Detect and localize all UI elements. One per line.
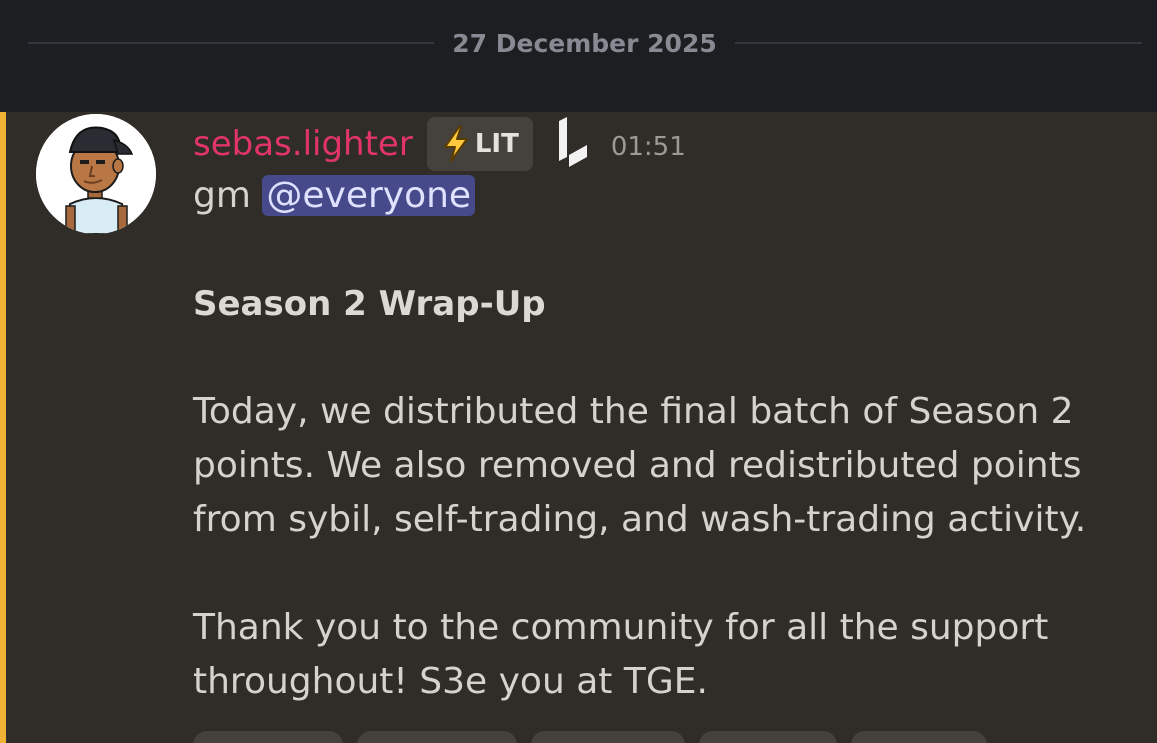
divider-line-left	[28, 42, 434, 44]
lightning-bolt-icon	[443, 126, 468, 162]
reaction-button[interactable]	[357, 731, 517, 743]
reaction-button[interactable]	[699, 731, 837, 743]
role-tag-label: LIT	[474, 129, 519, 159]
everyone-mention[interactable]: @everyone	[262, 175, 476, 216]
message-content: gm @everyone Season 2 Wrap-Up Today, we …	[193, 169, 1133, 709]
role-tag[interactable]: LIT	[426, 117, 533, 171]
date-divider-area: 27 December 2025	[0, 0, 1157, 112]
avatar[interactable]	[36, 114, 156, 234]
paragraph-line: from sybil, self-trading, and wash-tradi…	[193, 499, 1087, 540]
reaction-button[interactable]	[193, 731, 343, 743]
paragraph-line: throughout! S3e you at TGE.	[193, 661, 708, 702]
paragraph-line: Today, we distributed the final batch of…	[193, 391, 1074, 432]
message-header: sebas.lighter LIT 01:51	[193, 117, 686, 171]
lighter-logo-icon[interactable]	[555, 117, 591, 171]
author-name[interactable]: sebas.lighter	[193, 122, 413, 166]
message-heading: Season 2 Wrap-Up	[193, 284, 546, 324]
message-timestamp[interactable]: 01:51	[611, 130, 686, 164]
avatar-illustration-icon	[36, 114, 156, 234]
highlighted-message[interactable]: sebas.lighter LIT 01:51 gm @everyone Sea…	[0, 112, 1157, 743]
reactions-row	[193, 731, 987, 743]
chat-view: 27 December 2025 sebas.lighter LIT 01:51…	[0, 0, 1157, 743]
reaction-button[interactable]	[851, 731, 987, 743]
reaction-button[interactable]	[531, 731, 685, 743]
greeting-line: gm @everyone	[193, 169, 1133, 223]
paragraph-line: points. We also removed and redistribute…	[193, 445, 1082, 486]
paragraph-line: Thank you to the community for all the s…	[193, 607, 1049, 648]
mention-highlight-bar	[0, 112, 6, 743]
greeting-text: gm	[193, 175, 251, 216]
date-divider: 27 December 2025	[452, 29, 717, 58]
divider-line-right	[735, 42, 1142, 44]
